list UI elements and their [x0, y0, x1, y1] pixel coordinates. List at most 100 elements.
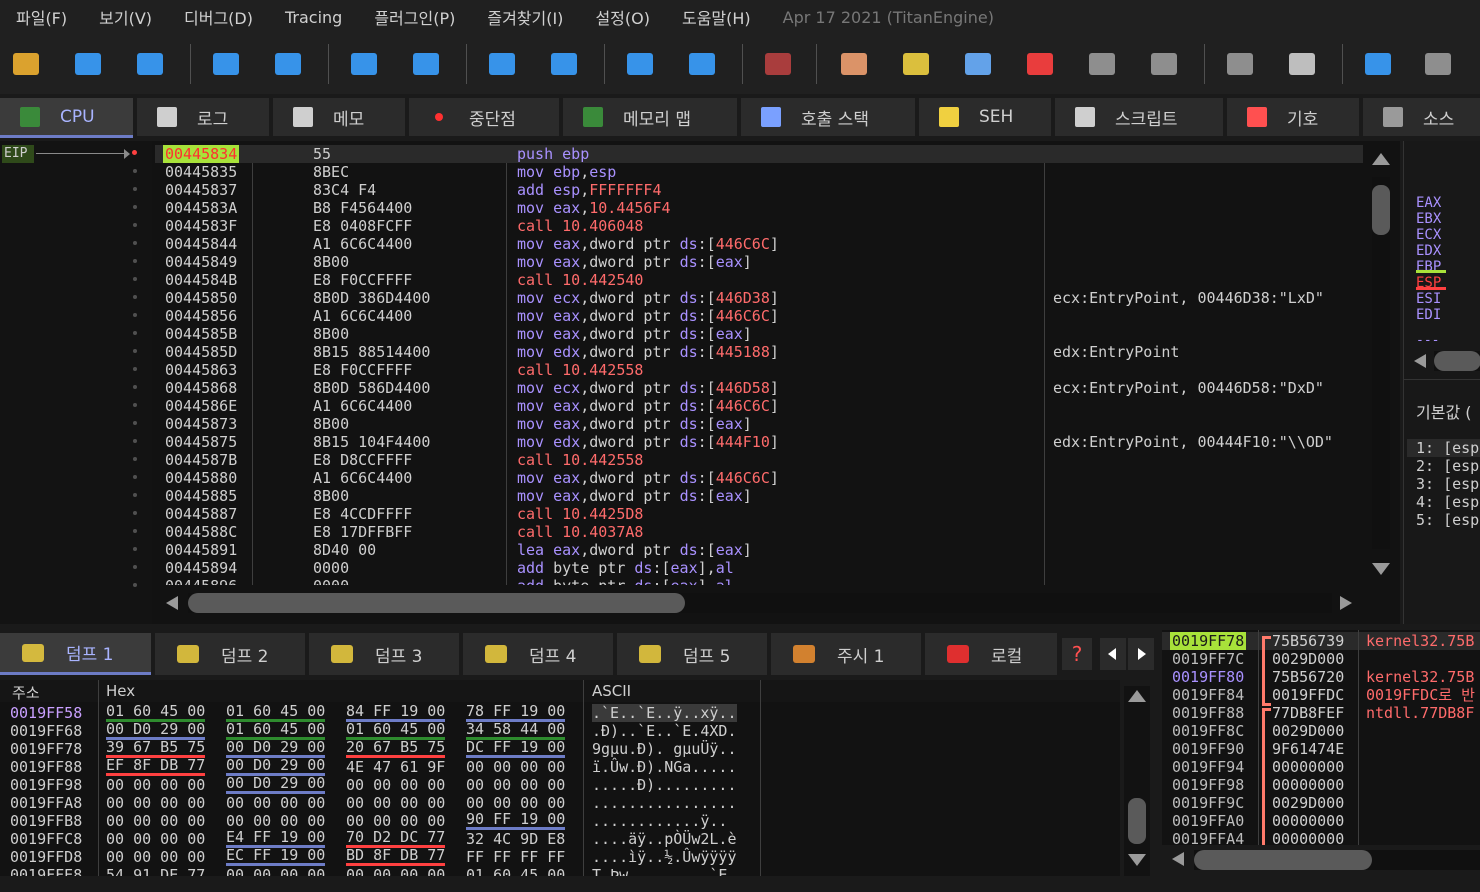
tab-scroll-left-button[interactable] — [1100, 638, 1126, 670]
hash-button[interactable] — [1144, 44, 1184, 84]
trace-into-button[interactable] — [482, 44, 522, 84]
label-button[interactable] — [958, 44, 998, 84]
step-into-button[interactable] — [344, 44, 384, 84]
dump-scroll-down-icon[interactable] — [1128, 854, 1146, 866]
disasm-row[interactable]: 00445891 8D40 00 lea eax,dword ptr ds:[eax… — [155, 541, 1363, 559]
disasm-row[interactable]: 00445849 8B00 mov eax,dword ptr ds:[eax] — [155, 253, 1363, 271]
stack-row[interactable]: 0019FF8C 0029D000 — [1162, 722, 1480, 740]
dump-col-hex[interactable]: Hex — [106, 682, 135, 700]
gutter-dot[interactable] — [133, 205, 137, 209]
gutter-dot[interactable] — [133, 259, 137, 263]
gutter-dot[interactable] — [133, 313, 137, 317]
disasm-row[interactable]: 00445894 0000 add byte ptr ds:[eax],al — [155, 559, 1363, 577]
dump-tab-4[interactable]: 덤프 5 — [617, 633, 767, 675]
disasm-row[interactable]: 00445835 8BEC mov ebp,esp — [155, 163, 1363, 181]
disasm-row[interactable]: 00445885 8B00 mov eax,dword ptr ds:[eax] — [155, 487, 1363, 505]
stack-row[interactable]: 0019FF88 77DB8FEF ntdll.77DB8F — [1162, 704, 1480, 722]
dump-scroll-up-icon[interactable] — [1128, 690, 1146, 702]
stack-view[interactable]: 0019FF78 75B56739 kernel32.75B 0019FF7C 0029… — [1162, 630, 1480, 845]
disasm-row[interactable]: 00445837 83C4 F4 add esp,FFFFFFF4 — [155, 181, 1363, 199]
disasm-row[interactable]: 00445856 A1 6C6C4400 mov eax,dword ptr ds:… — [155, 307, 1363, 325]
dump-col-ascii[interactable]: ASCII — [592, 682, 631, 700]
gutter-dot[interactable] — [133, 547, 137, 551]
step-over-button[interactable] — [406, 44, 446, 84]
gutter-dot[interactable] — [133, 583, 137, 587]
dump-tab-6[interactable]: 로컬 — [925, 633, 1057, 675]
function-button[interactable] — [1082, 44, 1122, 84]
register-ecx[interactable]: ECX — [1416, 227, 1441, 243]
gutter-dot[interactable] — [133, 277, 137, 281]
disasm-row[interactable]: 0044588C E8 17DFFBFF call 10.4037A8 — [155, 523, 1363, 541]
disasm-row[interactable]: 0044587B E8 D8CCFFFF call 10.442558 — [155, 451, 1363, 469]
disasm-scroll-left-icon[interactable] — [166, 596, 178, 610]
tab-5[interactable]: 호출 스택 — [741, 98, 915, 136]
dump-tab-3[interactable]: 덤프 4 — [463, 633, 613, 675]
disasm-row[interactable]: 00445850 8B0D 386D4400 mov ecx,dword ptr d… — [155, 289, 1363, 307]
disasm-horizontal-thumb[interactable] — [188, 593, 685, 613]
gutter-dot[interactable] — [133, 475, 137, 479]
call-arg-row[interactable]: 4: [esp — [1416, 493, 1479, 511]
stack-row[interactable]: 0019FF9C 0029D000 — [1162, 794, 1480, 812]
disasm-row[interactable]: 00445875 8B15 104F4400 mov edx,dword ptr d… — [155, 433, 1363, 451]
disasm-scroll-right-icon[interactable] — [1340, 596, 1352, 610]
call-arg-row[interactable]: 5: [esp — [1416, 511, 1479, 529]
restart-button[interactable] — [68, 44, 108, 84]
menu-item-3[interactable]: Tracing — [269, 8, 358, 27]
disasm-row[interactable]: 00445834 55 push ebp — [155, 145, 1363, 163]
disasm-vertical-thumb[interactable] — [1372, 185, 1390, 235]
gutter-dot[interactable] — [133, 529, 137, 533]
disasm-row[interactable]: 0044585D 8B15 88514400 mov edx,dword ptr d… — [155, 343, 1363, 361]
disasm-row[interactable]: 00445844 A1 6C6C4400 mov eax,dword ptr ds:… — [155, 235, 1363, 253]
register-edi[interactable]: EDI — [1416, 307, 1441, 323]
patch-button[interactable] — [834, 44, 874, 84]
tab-2[interactable]: 메모 — [273, 98, 405, 136]
globe-button[interactable] — [1358, 44, 1398, 84]
dump-row[interactable]: 0019FFD8 00 00 00 00 EC FF 19 00 BD 8F DB 7… — [0, 848, 760, 866]
tab-9[interactable]: 소스 — [1363, 98, 1480, 136]
gutter-dot[interactable] — [133, 169, 137, 173]
gutter-dot[interactable] — [133, 421, 137, 425]
register-ebx[interactable]: EBX — [1416, 211, 1441, 227]
call-arg-row[interactable]: 3: [esp — [1416, 475, 1479, 493]
stack-row[interactable]: 0019FF80 75B56720 kernel32.75B — [1162, 668, 1480, 686]
run-to-user-code-button[interactable] — [682, 44, 722, 84]
open-button[interactable] — [6, 44, 46, 84]
stack-row[interactable]: 0019FFA4 00000000 — [1162, 830, 1480, 845]
regs-horizontal-scrollbar[interactable] — [1434, 351, 1480, 371]
menu-item-0[interactable]: 파일(F) — [0, 5, 83, 29]
gutter-dot[interactable] — [133, 511, 137, 515]
disasm-row[interactable]: 00445896 0000 add byte ptr ds:[eax],al — [155, 577, 1363, 585]
regs-scroll-left-icon[interactable] — [1414, 354, 1426, 368]
tab-scroll-right-button[interactable] — [1128, 638, 1154, 670]
menu-item-7[interactable]: 도움말(H) — [666, 5, 767, 29]
tab-0[interactable]: CPU — [0, 98, 133, 138]
disasm-row[interactable]: 0044585B 8B00 mov eax,dword ptr ds:[eax] — [155, 325, 1363, 343]
gutter-dot[interactable] — [133, 187, 137, 191]
gutter-dot[interactable] — [133, 223, 137, 227]
tab-8[interactable]: 기호 — [1227, 98, 1359, 136]
disasm-row[interactable]: 00445873 8B00 mov eax,dword ptr ds:[eax] — [155, 415, 1363, 433]
gutter-dot[interactable] — [133, 295, 137, 299]
gutter-dot[interactable] — [133, 367, 137, 371]
tab-3[interactable]: 중단점 — [409, 98, 559, 136]
dump-tab-0[interactable]: 덤프 1 — [0, 633, 151, 675]
gutter-dot[interactable] — [133, 439, 137, 443]
disasm-row[interactable]: 0044586E A1 6C6C4400 mov eax,dword ptr ds:… — [155, 397, 1363, 415]
dump-row[interactable]: 0019FFE8 54 91 DE 77 00 00 00 00 00 00 00 0… — [0, 866, 760, 876]
menu-item-5[interactable]: 즐겨찾기(I) — [471, 5, 579, 29]
stack-row[interactable]: 0019FFA0 00000000 — [1162, 812, 1480, 830]
disasm-row[interactable]: 0044583A B8 F4564400 mov eax,10.4456F4 — [155, 199, 1363, 217]
pause-button[interactable] — [268, 44, 308, 84]
dump-col-address[interactable]: 주소 — [12, 682, 40, 703]
stack-row[interactable]: 0019FF84 0019FFDC 0019FFDC로 반 — [1162, 686, 1480, 704]
execute-till-return-button[interactable] — [620, 44, 660, 84]
gutter-dot[interactable] — [133, 457, 137, 461]
notes-button[interactable] — [1418, 44, 1458, 84]
dump-row[interactable]: 0019FFA8 00 00 00 00 00 00 00 00 00 00 00 0… — [0, 794, 760, 812]
calculator-button[interactable] — [1282, 44, 1322, 84]
dump-tab-1[interactable]: 덤프 2 — [155, 633, 305, 675]
dump-row[interactable]: 0019FF98 00 00 00 00 00 D0 29 00 00 00 00 0… — [0, 776, 760, 794]
breakpoint-dot[interactable] — [132, 150, 137, 155]
disasm-row[interactable]: 00445868 8B0D 586D4400 mov ecx,dword ptr d… — [155, 379, 1363, 397]
bookmark-button[interactable] — [1020, 44, 1060, 84]
